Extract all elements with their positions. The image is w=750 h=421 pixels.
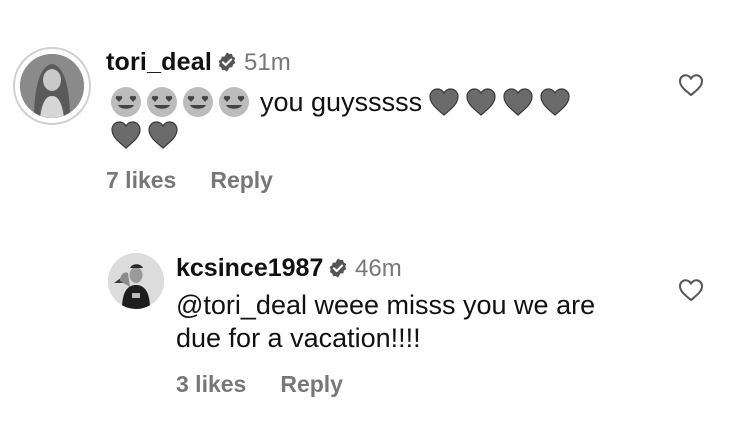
heart-eyes-emoji — [147, 87, 177, 117]
reply-button[interactable]: Reply — [280, 371, 343, 397]
likes-count[interactable]: 3 likes — [176, 371, 246, 397]
timestamp: 46m — [355, 255, 402, 282]
reply-comment: kcsince1987 46m @tori_deal weee misss yo… — [0, 210, 750, 421]
reply-button[interactable]: Reply — [210, 167, 273, 193]
heart-eyes-emoji — [183, 87, 213, 117]
avatar[interactable] — [108, 253, 164, 309]
comment-meta: 3 likes Reply — [176, 371, 343, 398]
heart-outline-icon[interactable] — [678, 278, 704, 302]
avatar-photo — [20, 54, 84, 118]
comment-body-continued — [110, 117, 184, 153]
grey-heart-emoji — [111, 121, 141, 149]
heart-eyes-emoji — [219, 87, 249, 117]
heart-eyes-emoji — [111, 87, 141, 117]
likes-count[interactable]: 7 likes — [106, 167, 176, 193]
comment-meta: 7 likes Reply — [106, 167, 273, 194]
username[interactable]: kcsince1987 — [176, 254, 323, 283]
comment: tori_deal 51m you guysssss 7 likes Reply — [0, 0, 750, 210]
grey-heart-emoji — [148, 121, 178, 149]
timestamp: 51m — [244, 49, 291, 76]
comment-text-line-2: due for a vacation!!!! — [176, 323, 421, 353]
grey-heart-emoji — [466, 88, 496, 116]
username[interactable]: tori_deal — [106, 48, 212, 77]
avatar-photo — [108, 253, 164, 309]
avatar[interactable] — [13, 47, 91, 125]
grey-heart-emoji — [540, 88, 570, 116]
comment-body: you guysssss — [110, 84, 576, 120]
comment-text-line-1: @tori_deal weee misss you we are — [176, 290, 596, 320]
verified-badge-icon — [218, 52, 236, 72]
verified-badge-icon — [329, 258, 347, 278]
heart-outline-icon[interactable] — [678, 73, 704, 97]
comment-text: you guysssss — [260, 86, 423, 117]
grey-heart-emoji — [429, 88, 459, 116]
grey-heart-emoji — [503, 88, 533, 116]
